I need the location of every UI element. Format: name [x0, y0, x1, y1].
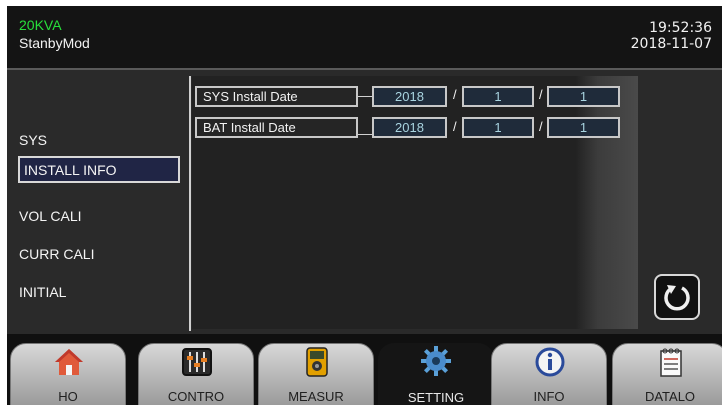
home-icon: [55, 349, 83, 375]
sidebar-item-sys[interactable]: SYS: [19, 132, 47, 148]
meter-icon: [306, 347, 328, 377]
operating-mode: StanbyMod: [19, 35, 90, 51]
tab-label: HO: [58, 389, 78, 404]
clock-date: 2018-11-07: [630, 36, 712, 52]
bat-install-month-field[interactable]: 1: [462, 117, 534, 138]
sidebar-item-initial[interactable]: INITIAL: [19, 284, 66, 300]
power-rating: 20KVA: [19, 17, 62, 33]
date-separator: /: [539, 87, 543, 102]
tab-measure[interactable]: MEASUR: [258, 343, 374, 405]
clock: 19:52:36 2018-11-07: [631, 20, 712, 52]
settings-sidebar: SYS INSTALL INFO VOL CALI CURR CALI INIT…: [7, 70, 190, 330]
ups-screen: 20KVA StanbyMod 19:52:36 2018-11-07 SYS …: [7, 6, 722, 405]
tab-label: MEASUR: [288, 389, 344, 404]
notepad-icon: [660, 348, 682, 377]
date-separator: /: [539, 119, 543, 134]
tab-datalog[interactable]: DATALO: [612, 343, 722, 405]
sys-install-date-label: SYS Install Date: [195, 86, 358, 107]
tab-label: SETTING: [407, 390, 465, 405]
tab-label: CONTRO: [167, 389, 225, 404]
row-connector: [358, 96, 372, 97]
gear-icon: [421, 346, 451, 376]
sidebar-item-vol-cali[interactable]: VOL CALI: [19, 208, 82, 224]
sidebar-item-curr-cali[interactable]: CURR CALI: [19, 246, 94, 262]
clock-time: 19:52:36: [649, 20, 712, 36]
status-bar: 20KVA StanbyMod 19:52:36 2018-11-07: [7, 6, 722, 70]
tab-setting[interactable]: SETTING: [378, 343, 494, 405]
bottom-nav: HO CONTRO MEASUR SETTING INFO DATALO: [7, 334, 722, 405]
sliders-icon: [182, 348, 212, 376]
bat-install-date-label: BAT Install Date: [195, 117, 358, 138]
sys-install-day-field[interactable]: 1: [547, 86, 620, 107]
tab-home[interactable]: HO: [10, 343, 126, 405]
date-separator: /: [453, 119, 457, 134]
bat-install-day-field[interactable]: 1: [547, 117, 620, 138]
date-separator: /: [453, 87, 457, 102]
install-info-panel: SYS Install Date 2018 / 1 / 1 BAT Instal…: [192, 76, 638, 329]
row-connector: [358, 134, 372, 135]
sys-install-month-field[interactable]: 1: [462, 86, 534, 107]
tab-control[interactable]: CONTRO: [138, 343, 254, 405]
tab-label: DATALO: [644, 389, 696, 404]
bat-install-year-field[interactable]: 2018: [372, 117, 447, 138]
tab-info[interactable]: INFO: [491, 343, 607, 405]
refresh-icon: [664, 285, 690, 311]
back-button[interactable]: [654, 274, 700, 320]
info-icon: [535, 347, 565, 377]
sys-install-year-field[interactable]: 2018: [372, 86, 447, 107]
tab-label: INFO: [533, 389, 565, 404]
sidebar-item-install-info[interactable]: INSTALL INFO: [18, 156, 180, 183]
sidebar-divider: [189, 76, 191, 331]
